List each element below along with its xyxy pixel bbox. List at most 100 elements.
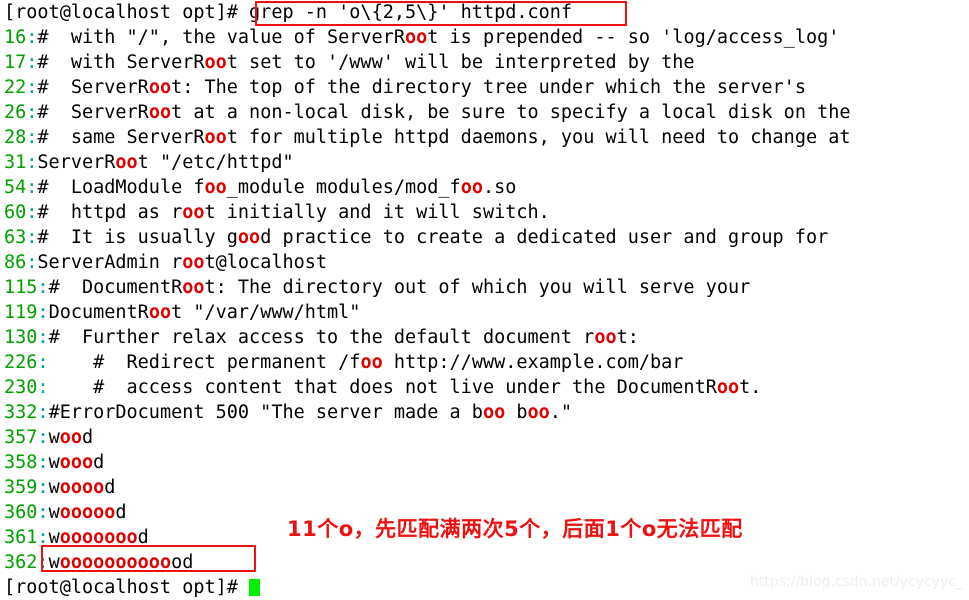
- result-text: w: [48, 452, 60, 473]
- result-text: t: The top of the directory tree under w…: [171, 77, 806, 98]
- result-text: d: [81, 427, 94, 448]
- result-text: w: [48, 527, 60, 548]
- result-line-number: 60: [4, 202, 27, 223]
- grep-command[interactable]: grep -n 'o\{2,5\}' httpd.conf: [249, 2, 572, 23]
- result-text: od: [171, 552, 194, 573]
- result-text: t:: [616, 327, 639, 348]
- result-text: # DocumentR: [48, 277, 183, 298]
- result-text: t@localhost: [204, 252, 328, 273]
- result-text: ServerAdmin r: [37, 252, 183, 273]
- result-text: # It is usually g: [37, 227, 238, 248]
- result-line-number: 357: [4, 427, 38, 448]
- result-separator: :: [37, 452, 49, 473]
- result-line-number: 226: [4, 352, 38, 373]
- result-text: d practice to create a dedicated user an…: [260, 227, 829, 248]
- result-text: t "/var/www/html": [171, 302, 361, 323]
- match-highlight: oo: [182, 202, 205, 223]
- result-line-number: 332: [4, 402, 38, 423]
- result-text: w: [48, 502, 60, 523]
- result-line-number: 26: [4, 102, 27, 123]
- result-line-number: 115: [4, 277, 38, 298]
- terminal-window: [root@localhost opt]# grep -n 'o\{2,5\}'…: [0, 0, 969, 598]
- match-highlight: oo: [148, 77, 172, 98]
- grep-result-line: 230: # access content that does not live…: [0, 375, 969, 400]
- result-line-number: 362: [4, 552, 38, 573]
- result-text: ServerR: [37, 152, 116, 173]
- match-highlight: oo: [460, 177, 483, 198]
- result-separator: :: [26, 127, 38, 148]
- result-text: # ServerR: [37, 102, 149, 123]
- match-highlight: oo: [182, 277, 205, 298]
- match-highlight: oo: [360, 352, 383, 373]
- result-text: # Redirect permanent /f: [48, 352, 361, 373]
- result-line-number: 28: [4, 127, 27, 148]
- result-line-number: 358: [4, 452, 38, 473]
- result-text: # httpd as r: [37, 202, 183, 223]
- grep-result-line: 119:DocumentRoot "/var/www/html": [0, 300, 969, 325]
- grep-result-line: 54:# LoadModule foo_module modules/mod_f…: [0, 175, 969, 200]
- match-highlight: oo: [182, 252, 205, 273]
- result-text: w: [48, 552, 60, 573]
- result-text: t set to '/www' will be interpreted by t…: [226, 52, 695, 73]
- result-text: # ServerR: [37, 77, 149, 98]
- result-text: DocumentR: [48, 302, 149, 323]
- match-highlight: oo: [594, 327, 617, 348]
- grep-result-line: 17:# with ServerRoot set to '/www' will …: [0, 50, 969, 75]
- result-line-number: 31: [4, 152, 27, 173]
- grep-result-line: 16:# with "/", the value of ServerRoot i…: [0, 25, 969, 50]
- match-highlight: oo: [59, 427, 82, 448]
- match-highlight: oo: [716, 377, 740, 398]
- cursor-block[interactable]: [249, 579, 261, 596]
- result-separator: :: [37, 352, 49, 373]
- match-highlight: oo: [237, 227, 261, 248]
- grep-results: 16:# with "/", the value of ServerRoot i…: [0, 25, 969, 575]
- shell-prompt: [root@localhost opt]#: [4, 2, 238, 23]
- result-text: b: [505, 402, 528, 423]
- annotation-text: 11个o，先匹配满两次5个，后面1个o无法匹配: [287, 517, 743, 541]
- grep-result-line: 362:woooooooooood: [0, 550, 969, 575]
- result-text: t: The directory out of which you will s…: [204, 277, 751, 298]
- match-highlight: oo: [148, 302, 172, 323]
- result-line-number: 130: [4, 327, 38, 348]
- result-line-number: 63: [4, 227, 27, 248]
- result-separator: :: [26, 227, 38, 248]
- result-separator: :: [26, 52, 38, 73]
- result-separator: :: [26, 102, 38, 123]
- result-text: # same ServerR: [37, 127, 205, 148]
- match-highlight: oo: [204, 127, 227, 148]
- result-separator: :: [37, 502, 49, 523]
- match-highlight: oo: [148, 102, 172, 123]
- result-text: t initially and it will switch.: [204, 202, 550, 223]
- result-separator: :: [37, 527, 49, 548]
- grep-result-line: 63:# It is usually good practice to crea…: [0, 225, 969, 250]
- result-text: # with "/", the value of ServerR: [37, 27, 405, 48]
- result-text: d: [137, 527, 149, 548]
- match-highlight: oo: [527, 402, 550, 423]
- result-line-number: 361: [4, 527, 38, 548]
- match-highlight: oo: [115, 152, 138, 173]
- result-line-number: 54: [4, 177, 27, 198]
- grep-result-line: 358:woood: [0, 450, 969, 475]
- result-separator: :: [37, 402, 49, 423]
- result-separator: :: [37, 552, 49, 573]
- result-separator: :: [37, 477, 49, 498]
- result-separator: :: [37, 302, 49, 323]
- result-text: d: [104, 477, 116, 498]
- result-text: _module modules/mod_f: [226, 177, 461, 198]
- grep-result-line: 226: # Redirect permanent /foo http://ww…: [0, 350, 969, 375]
- grep-result-line: 22:# ServerRoot: The top of the director…: [0, 75, 969, 100]
- result-text: t is prepended -- so 'log/access_log': [427, 27, 840, 48]
- result-text: # access content that does not live unde…: [48, 377, 717, 398]
- grep-result-line: 115:# DocumentRoot: The directory out of…: [0, 275, 969, 300]
- final-shell-prompt: [root@localhost opt]#: [4, 577, 238, 598]
- result-line-number: 86: [4, 252, 27, 273]
- result-text: d: [115, 502, 127, 523]
- grep-result-line: 31:ServerRoot "/etc/httpd": [0, 150, 969, 175]
- result-line-number: 119: [4, 302, 38, 323]
- result-text: t.: [739, 377, 762, 398]
- command-line: [root@localhost opt]# grep -n 'o\{2,5\}'…: [0, 0, 969, 25]
- grep-result-line: 332:#ErrorDocument 500 "The server made …: [0, 400, 969, 425]
- result-separator: :: [26, 202, 38, 223]
- match-highlight: ooooooo: [59, 527, 138, 548]
- result-text: # with ServerR: [37, 52, 205, 73]
